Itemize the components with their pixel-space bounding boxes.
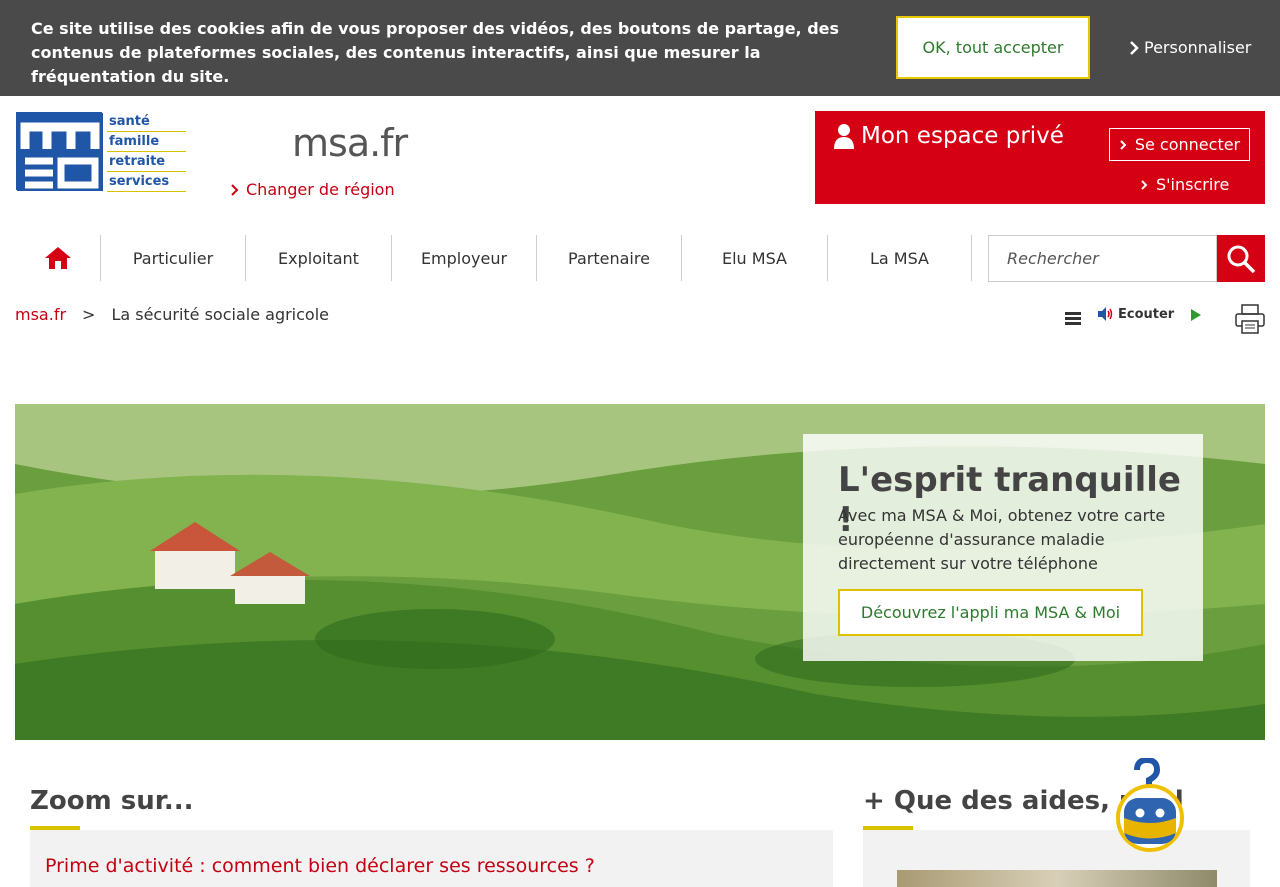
home-icon (44, 247, 71, 269)
msa-logo[interactable]: santé famille retraite services (16, 112, 186, 192)
search-bar: Rechercher (988, 235, 1265, 282)
customize-label: Personnaliser (1144, 38, 1252, 57)
hero-text: Avec ma MSA & Moi, obtenez votre carte e… (838, 506, 1166, 573)
chatbot-icon (1116, 756, 1184, 852)
login-label: Se connecter (1134, 135, 1241, 154)
logo-word: services (107, 172, 186, 192)
breadcrumb: msa.fr > La sécurité sociale agricole (15, 305, 329, 324)
discover-app-button[interactable]: Découvrez l'appli ma MSA & Moi (838, 589, 1143, 636)
breadcrumb-current: La sécurité sociale agricole (111, 305, 329, 324)
chevron-right-icon (1120, 139, 1127, 150)
nav-item-employeur[interactable]: Employeur (391, 235, 536, 281)
accept-cookies-button[interactable]: OK, tout accepter (896, 16, 1090, 79)
register-label: S'inscrire (1156, 175, 1230, 194)
login-button[interactable]: Se connecter (1109, 128, 1250, 161)
site-name: msa.fr (292, 121, 408, 165)
msa-logo-icon (17, 113, 103, 191)
breadcrumb-home-link[interactable]: msa.fr (15, 305, 66, 324)
logo-mark (16, 112, 103, 191)
zoom-article-link[interactable]: Prime d'activité : comment bien déclarer… (45, 855, 595, 877)
logo-word: retraite (107, 152, 186, 172)
zoom-card: Prime d'activité : comment bien déclarer… (30, 830, 833, 887)
chatbot-button[interactable] (1113, 756, 1185, 854)
private-space-label: Mon espace privé (861, 123, 1064, 149)
register-link[interactable]: S'inscrire (1140, 175, 1229, 194)
private-space-title: Mon espace privé (833, 123, 1064, 149)
logo-words: santé famille retraite services (107, 112, 186, 192)
chevron-right-icon (1130, 40, 1139, 55)
play-icon[interactable] (1190, 308, 1202, 322)
aides-card (863, 830, 1250, 887)
cookie-text: Ce site utilise des cookies afin de vous… (31, 19, 840, 86)
hero-card: L'esprit tranquille ! Avec ma MSA & Moi,… (803, 434, 1203, 661)
hero-banner: L'esprit tranquille ! Avec ma MSA & Moi,… (15, 404, 1265, 740)
listen-button[interactable]: Ecouter (1096, 306, 1174, 322)
region-label: Changer de région (246, 180, 395, 199)
speaker-icon (1098, 307, 1113, 321)
cookie-banner: Ce site utilise des cookies afin de vous… (0, 0, 1280, 96)
zoom-section-title: Zoom sur... (30, 786, 194, 816)
search-button[interactable] (1217, 235, 1265, 282)
listen-label: Ecouter (1118, 306, 1175, 322)
print-icon[interactable] (1234, 303, 1266, 335)
search-input[interactable]: Rechercher (988, 235, 1217, 282)
logo-word: santé (107, 112, 186, 132)
aides-image (897, 870, 1217, 887)
change-region-link[interactable]: Changer de région (230, 180, 395, 199)
nav-item-particulier[interactable]: Particulier (100, 235, 245, 281)
user-icon (834, 124, 854, 149)
customize-cookies-link[interactable]: Personnaliser (1128, 38, 1251, 57)
search-icon (1227, 245, 1256, 273)
menu-icon[interactable] (1064, 309, 1082, 327)
nav-home[interactable] (15, 235, 100, 281)
logo-word: famille (107, 132, 186, 152)
chevron-right-icon (231, 183, 239, 196)
chevron-right-icon (1141, 179, 1148, 190)
nav-item-la-msa[interactable]: La MSA (827, 235, 972, 281)
breadcrumb-separator: > (82, 305, 96, 324)
private-space-panel: Mon espace privé Se connecter S'inscrire (815, 111, 1265, 204)
nav-item-partenaire[interactable]: Partenaire (536, 235, 681, 281)
nav-item-elu-msa[interactable]: Elu MSA (681, 235, 827, 281)
nav-item-exploitant[interactable]: Exploitant (245, 235, 391, 281)
